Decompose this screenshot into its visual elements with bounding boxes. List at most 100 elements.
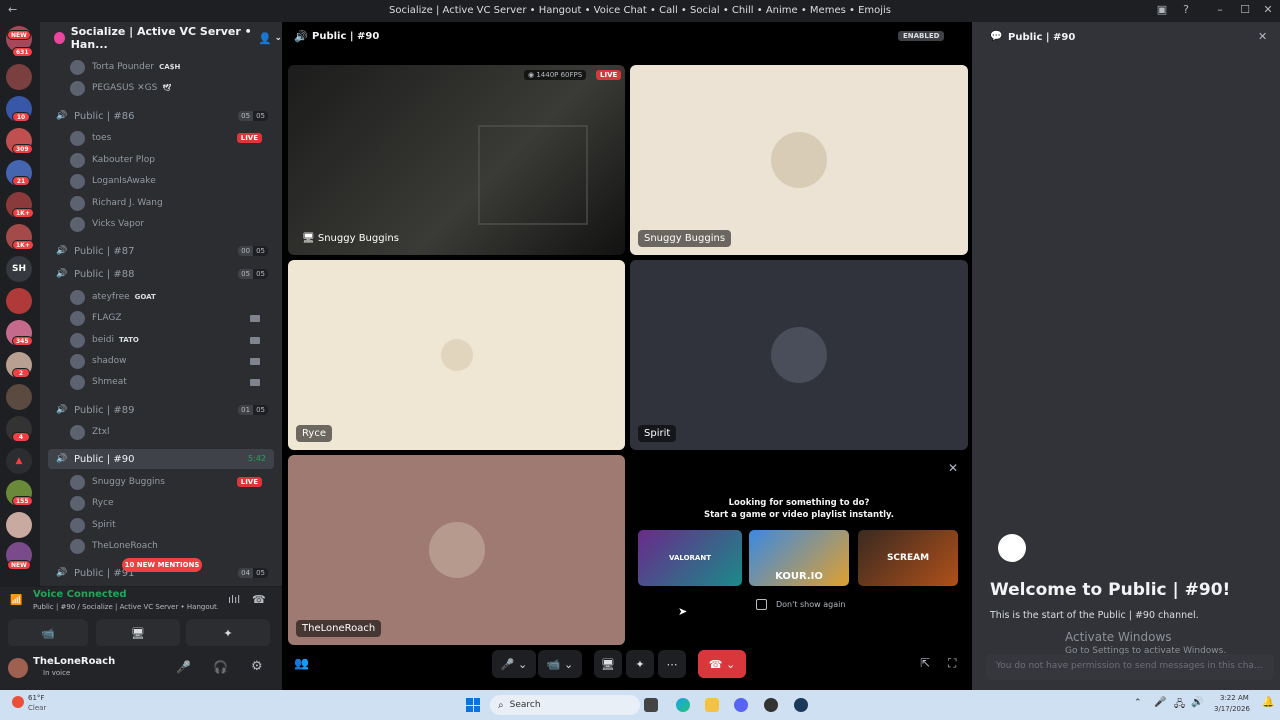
user-name: Richard J. Wang	[92, 198, 163, 208]
taskbar-search[interactable]: ⌕ Search	[490, 695, 640, 715]
channel-sidebar: Socialize | Active VC Server • Han... ⌄ …	[40, 22, 282, 646]
dont-show-checkbox[interactable]	[756, 599, 767, 610]
server-badge: NEW	[7, 30, 31, 40]
voice-user[interactable]: Torta Pounder CA$H	[70, 57, 270, 77]
weather-desc: Clear	[28, 704, 47, 712]
voice-user[interactable]: ateyfree GOAT	[70, 287, 270, 307]
server-header[interactable]: Socialize | Active VC Server • Han... ⌄ …	[40, 22, 282, 54]
voice-status[interactable]: Voice Connected	[33, 589, 127, 600]
activity-card-valorant[interactable]: VALORANT	[638, 530, 742, 586]
voice-channel-87[interactable]: 🔊 Public | #87 00 05	[48, 241, 274, 261]
taskview-icon[interactable]	[644, 698, 658, 712]
voice-user[interactable]: Vicks Vapor	[70, 214, 270, 234]
clock-time[interactable]: 3:22 AM	[1220, 694, 1249, 702]
voice-user[interactable]: PEGASUS ✕GS 🕊	[70, 78, 270, 98]
voice-channel-86[interactable]: 🔊 Public | #86 05 05	[48, 106, 274, 126]
screen-share-button[interactable]: 🖥	[96, 619, 180, 647]
app-icon[interactable]	[764, 698, 778, 712]
voice-user[interactable]: Spirit	[70, 515, 270, 535]
network-icon[interactable]: 🖧	[1174, 697, 1185, 714]
voice-user[interactable]: Shmeat	[70, 372, 270, 392]
mic-toggle-button[interactable]: 🎤 ⌄	[492, 650, 536, 678]
voice-user[interactable]: toes LIVE	[70, 128, 270, 148]
minimize-button[interactable]: –	[1210, 3, 1230, 16]
weather-icon[interactable]	[12, 696, 24, 708]
chat-bubble-icon: 💬	[990, 31, 1003, 42]
channel-start-text: This is the start of the Public | #90 ch…	[990, 610, 1199, 621]
discord-icon[interactable]	[734, 698, 748, 712]
fullscreen-icon[interactable]: ⛶	[948, 656, 956, 671]
settings-gear-icon[interactable]: ⚙	[251, 659, 263, 674]
stream-quality: 1440P 60FPS	[536, 71, 583, 79]
screen-share-button[interactable]: 🖥	[594, 650, 622, 678]
stream-tile[interactable]: ◉ 1440P 60FPS LIVE 🖥 Snuggy Buggins	[288, 65, 625, 255]
leave-call-button[interactable]: ☎ ⌄	[698, 650, 746, 678]
voice-user[interactable]: Kabouter Plop	[70, 150, 270, 170]
title-bar: ← Socialize | Active VC Server • Hangout…	[0, 0, 1280, 22]
voice-location[interactable]: Public | #90 / Socialize | Active VC Ser…	[33, 603, 218, 611]
voice-user[interactable]: shadow	[70, 351, 270, 371]
mic-tray-icon[interactable]: 🎤	[1154, 697, 1166, 708]
start-button[interactable]	[466, 698, 480, 712]
server-icon[interactable]	[6, 64, 32, 90]
maximize-button[interactable]: ☐	[1235, 3, 1255, 16]
notifications-icon[interactable]: 🔔	[1262, 697, 1274, 708]
voice-channel-88[interactable]: 🔊 Public | #88 05 05	[48, 264, 274, 284]
voice-user[interactable]: Ztxl	[70, 422, 270, 442]
self-avatar[interactable]	[8, 658, 28, 678]
server-icon[interactable]	[6, 384, 32, 410]
server-icon[interactable]	[6, 512, 32, 538]
voice-user[interactable]: FLAGZ	[70, 308, 270, 328]
user-name: Shmeat	[92, 377, 127, 387]
voice-user[interactable]: Ryce	[70, 493, 270, 513]
invite-icon[interactable]: 👥	[294, 656, 309, 670]
mic-icon[interactable]: 🎤	[176, 660, 191, 674]
new-mentions-pill[interactable]: 10 NEW MENTIONS	[122, 558, 202, 572]
avatar	[70, 80, 85, 96]
participant-tile[interactable]: Snuggy Buggins	[630, 65, 968, 255]
noise-suppression-icon[interactable]: ılıl	[228, 593, 240, 606]
participant-tile[interactable]: Ryce	[288, 260, 625, 450]
more-options-button[interactable]: ⋯	[658, 650, 686, 678]
tray-chevron-icon[interactable]: ⌃	[1134, 698, 1142, 708]
search-label: Search	[509, 700, 541, 710]
participant-tile[interactable]: Spirit	[630, 260, 968, 450]
voice-channel-89[interactable]: 🔊 Public | #89 01 05	[48, 400, 274, 420]
server-badge: 1K+	[12, 208, 34, 218]
headphones-icon[interactable]: 🎧	[213, 660, 228, 674]
camera-toggle-button[interactable]: 📹 ⌄	[538, 650, 582, 678]
volume-icon[interactable]: 🔊	[1191, 697, 1203, 708]
enabled-badge[interactable]: ENABLED	[898, 31, 945, 41]
window-title: Socialize | Active VC Server • Hangout •…	[388, 5, 892, 16]
activities-button[interactable]: ✦	[626, 650, 654, 678]
voice-user[interactable]: Snuggy Buggins LIVE	[70, 472, 270, 492]
welcome-badge-icon	[998, 534, 1026, 562]
voice-user[interactable]: TheLoneRoach	[70, 536, 270, 556]
voice-user[interactable]: LoganIsAwake	[70, 171, 270, 191]
server-icon[interactable]: ▲	[6, 448, 32, 474]
disconnect-icon[interactable]: ☎	[252, 593, 266, 606]
close-icon[interactable]: ✕	[948, 461, 958, 475]
speaker-icon: 🔊	[56, 269, 68, 279]
edge-icon[interactable]	[676, 698, 690, 712]
inbox-icon[interactable]: ▣	[1152, 3, 1172, 16]
popout-icon[interactable]: ⇱	[920, 656, 930, 670]
close-chat-icon[interactable]: ✕	[1258, 30, 1267, 43]
steam-icon[interactable]	[794, 698, 808, 712]
voice-user[interactable]: Richard J. Wang	[70, 193, 270, 213]
participant-tile[interactable]: TheLoneRoach	[288, 455, 625, 645]
voice-user[interactable]: beidi TATO	[70, 330, 270, 350]
close-window-button[interactable]: ✕	[1258, 3, 1278, 16]
stream-scene	[478, 125, 588, 225]
video-button[interactable]: 📹	[8, 619, 88, 647]
file-explorer-icon[interactable]	[705, 698, 719, 712]
voice-channel-90[interactable]: 🔊 Public | #90 5:42	[48, 449, 274, 469]
activity-card-kour[interactable]: KOUR.IO	[749, 530, 849, 586]
activity-card-scream[interactable]: SCREAM	[858, 530, 958, 586]
server-icon[interactable]	[6, 288, 32, 314]
clock-date[interactable]: 3/17/2026	[1214, 705, 1250, 713]
add-member-icon[interactable]: 👤	[258, 32, 272, 45]
server-icon[interactable]: SH	[6, 256, 32, 282]
activities-button[interactable]: ✦	[186, 619, 270, 647]
help-icon[interactable]: ?	[1176, 3, 1196, 16]
